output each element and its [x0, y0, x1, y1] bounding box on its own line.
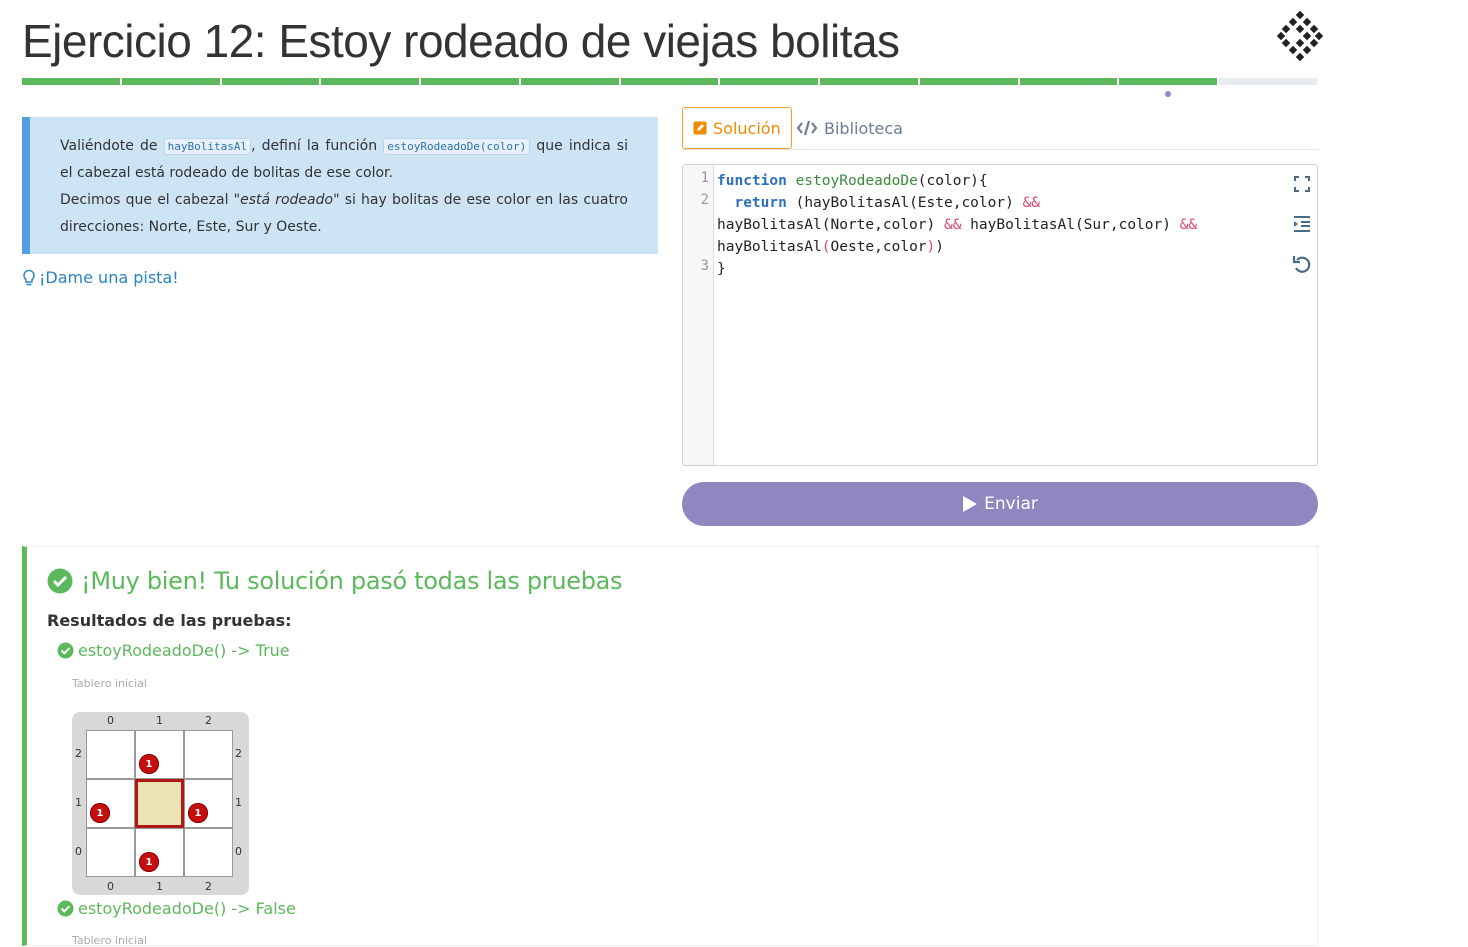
progress-segment: [22, 78, 120, 85]
results-subtitle: Resultados de las pruebas:: [47, 611, 292, 630]
row-label: 1: [75, 796, 82, 809]
line-number: 1: [700, 170, 709, 186]
red-ball: 1: [188, 803, 208, 823]
statement-paragraph-2: Decimos que el cabezal "está rodeado" si…: [60, 192, 628, 235]
fullscreen-icon[interactable]: [1291, 173, 1313, 195]
submit-button[interactable]: Enviar: [682, 482, 1318, 526]
current-step-indicator: [1165, 91, 1171, 97]
gobstones-board: 0011222211001111: [72, 712, 249, 895]
progress-segment: [421, 78, 519, 85]
statement-paragraph-1: Valiéndote de hayBolitasAl, definí la fu…: [60, 138, 628, 181]
progress-segment: [720, 78, 819, 85]
check-circle-icon: [57, 900, 74, 917]
line-number: 2: [700, 192, 709, 208]
logo-icon: [1276, 10, 1324, 62]
progress-bar: [22, 78, 1317, 85]
tab-solution[interactable]: Solución: [682, 107, 792, 149]
board-caption: Tablero inicial: [72, 677, 147, 690]
editor-tabs: Solución Biblioteca: [682, 107, 1318, 150]
code-icon: [796, 120, 818, 136]
progress-segment: [520, 78, 619, 85]
row-label: 0: [75, 845, 82, 858]
progress-segment: [221, 78, 320, 85]
row-label: 0: [235, 845, 242, 858]
editor-gutter: 1 2 3: [683, 165, 714, 465]
code-editor[interactable]: 1 2 3 function estoyRodeadoDe(color){ re…: [682, 164, 1318, 466]
edit-icon: [693, 121, 707, 135]
test-result: estoyRodeadoDe() -> True: [57, 641, 290, 660]
code-hayBolitasAl: hayBolitasAl: [163, 138, 252, 155]
reset-icon[interactable]: [1291, 253, 1313, 275]
check-circle-icon: [57, 642, 74, 659]
indent-icon[interactable]: [1291, 213, 1313, 235]
red-ball: 1: [90, 803, 110, 823]
check-circle-icon: [47, 568, 73, 594]
hint-link[interactable]: ¡Dame una pista!: [22, 268, 179, 287]
progress-segment: [919, 78, 1018, 85]
column-label: 1: [156, 714, 163, 727]
red-ball: 1: [139, 754, 159, 774]
lightbulb-icon: [23, 269, 35, 285]
progress-segment: [321, 78, 420, 85]
board-head: [135, 779, 184, 828]
column-label: 2: [205, 880, 212, 893]
exercise-statement: Valiéndote de hayBolitasAl, definí la fu…: [22, 117, 658, 254]
progress-segment: [121, 78, 220, 85]
column-label: 1: [156, 880, 163, 893]
code-estoyRodeadoDe: estoyRodeadoDe(color): [383, 138, 531, 155]
row-label: 1: [235, 796, 242, 809]
progress-segment: [620, 78, 719, 85]
line-number: 3: [700, 258, 709, 274]
editor-code[interactable]: function estoyRodeadoDe(color){ return (…: [717, 170, 1197, 280]
tab-library[interactable]: Biblioteca: [796, 107, 903, 149]
page-title: Ejercicio 12: Estoy rodeado de viejas bo…: [22, 15, 900, 67]
red-ball: 1: [139, 852, 159, 872]
column-label: 0: [107, 714, 114, 727]
play-icon: [963, 496, 978, 512]
progress-segment: [1019, 78, 1118, 85]
board-cell: [184, 730, 233, 779]
results-panel: ¡Muy bien! Tu solución pasó todas las pr…: [22, 546, 1318, 947]
row-label: 2: [75, 747, 82, 760]
board-cell: [86, 828, 135, 877]
board-cell: [184, 828, 233, 877]
test-result: estoyRodeadoDe() -> False: [57, 899, 296, 918]
column-label: 2: [205, 714, 212, 727]
results-title: ¡Muy bien! Tu solución pasó todas las pr…: [47, 567, 623, 595]
row-label: 2: [235, 747, 242, 760]
board-cell: [86, 730, 135, 779]
progress-segment: [820, 78, 918, 85]
progress-segment: [1119, 78, 1218, 85]
column-label: 0: [107, 880, 114, 893]
progress-segment: [1219, 78, 1317, 85]
